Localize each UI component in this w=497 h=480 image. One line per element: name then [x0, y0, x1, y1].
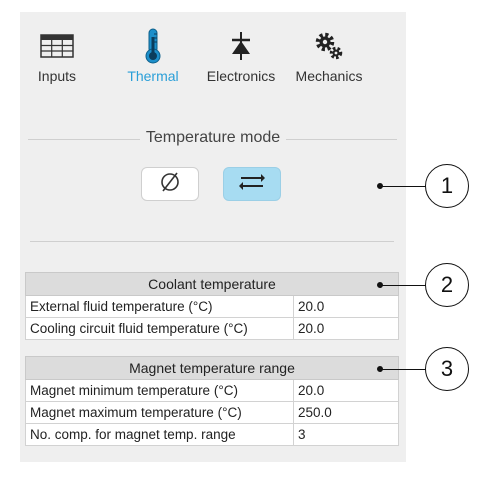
external-fluid-temp-field[interactable]: 20.0 [293, 295, 399, 318]
magnet-temperature-header: Magnet temperature range [25, 356, 399, 380]
tab-electronics-label: Electronics [206, 68, 276, 84]
tab-thermal[interactable]: Thermal [118, 26, 188, 84]
callout-3: 3 [425, 347, 469, 391]
divider [30, 241, 394, 242]
table-row: Magnet maximum temperature (°C) 250.0 [25, 401, 399, 424]
callout-2: 2 [425, 263, 469, 307]
exchange-arrows-icon [239, 171, 265, 198]
callout-line [380, 285, 426, 286]
cooling-circuit-temp-field[interactable]: 20.0 [293, 317, 399, 340]
callout-line [380, 186, 426, 187]
table-row: No. comp. for magnet temp. range 3 [25, 423, 399, 446]
coolant-temperature-header: Coolant temperature [25, 272, 399, 296]
row-label: Magnet maximum temperature (°C) [25, 401, 294, 424]
magnet-comp-count-field[interactable]: 3 [293, 423, 399, 446]
table-row: External fluid temperature (°C) 20.0 [25, 295, 399, 318]
row-label: No. comp. for magnet temp. range [25, 423, 294, 446]
table-icon [28, 26, 86, 66]
callout-line [380, 369, 426, 370]
table-row: Magnet minimum temperature (°C) 20.0 [25, 379, 399, 402]
magnet-temperature-table: Magnet temperature range Magnet minimum … [25, 356, 399, 446]
table-row: Cooling circuit fluid temperature (°C) 2… [25, 317, 399, 340]
diode-icon [201, 26, 281, 66]
magnet-min-temp-field[interactable]: 20.0 [293, 379, 399, 402]
thermal-panel: Inputs Thermal Electronics Mechanics Tem… [20, 12, 406, 462]
row-label: Magnet minimum temperature (°C) [25, 379, 294, 402]
mode-exchange-button[interactable] [223, 167, 281, 201]
thermometer-icon [118, 26, 188, 66]
coolant-temperature-table: Coolant temperature External fluid tempe… [25, 272, 399, 340]
mode-none-button[interactable] [141, 167, 199, 201]
empty-set-icon [159, 171, 181, 198]
tab-thermal-label: Thermal [127, 68, 179, 84]
row-label: External fluid temperature (°C) [25, 295, 294, 318]
magnet-max-temp-field[interactable]: 250.0 [293, 401, 399, 424]
tab-electronics[interactable]: Electronics [201, 26, 281, 84]
callout-1: 1 [425, 164, 469, 208]
tab-inputs-label: Inputs [37, 68, 77, 84]
tab-mechanics[interactable]: Mechanics [290, 26, 368, 84]
tab-mechanics-label: Mechanics [295, 68, 363, 84]
gears-icon [290, 26, 368, 66]
temperature-mode-title: Temperature mode [20, 129, 406, 147]
row-label: Cooling circuit fluid temperature (°C) [25, 317, 294, 340]
tab-inputs[interactable]: Inputs [28, 26, 86, 84]
